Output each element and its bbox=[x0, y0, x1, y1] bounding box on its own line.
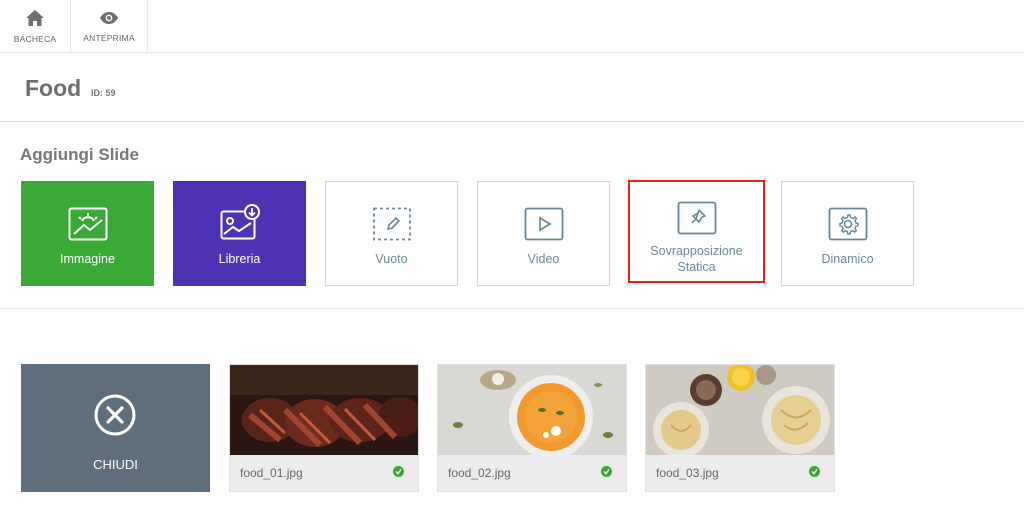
tile-label: Libreria bbox=[218, 252, 261, 266]
food-steak-thumbnail bbox=[230, 365, 418, 455]
media-card[interactable]: food_02.jpg bbox=[437, 364, 627, 492]
section-divider bbox=[0, 308, 1024, 309]
check-icon bbox=[393, 466, 404, 477]
preview-label: ANTEPRIMA bbox=[83, 33, 135, 43]
page-id: ID: 59 bbox=[91, 88, 116, 98]
home-button[interactable]: BACHECA bbox=[0, 0, 71, 52]
pin-icon bbox=[677, 201, 716, 235]
tile-label: Immagine bbox=[60, 252, 115, 266]
eye-icon bbox=[100, 12, 118, 24]
page-header: Food ID: 59 bbox=[0, 53, 1024, 122]
gear-icon bbox=[828, 207, 867, 241]
tile-label-line-2: Statica bbox=[677, 260, 716, 274]
tile-label: Video bbox=[527, 252, 560, 266]
tile-label: Dinamico bbox=[821, 252, 874, 266]
add-static-overlay-slide-button[interactable]: Sovrapposizione Statica bbox=[628, 180, 765, 283]
image-icon bbox=[68, 207, 107, 241]
add-video-slide-button[interactable]: Video bbox=[477, 181, 610, 286]
media-card[interactable]: food_01.jpg bbox=[229, 364, 419, 492]
tile-label-line-1: Sovrapposizione bbox=[650, 244, 743, 258]
preview-button[interactable]: ANTEPRIMA bbox=[71, 0, 148, 52]
food-pasta-thumbnail bbox=[646, 365, 834, 455]
add-library-slide-button[interactable]: Libreria bbox=[173, 181, 306, 286]
add-blank-slide-button[interactable]: Vuoto bbox=[325, 181, 458, 286]
page-title: Food bbox=[25, 75, 82, 101]
media-card[interactable]: food_03.jpg bbox=[645, 364, 835, 492]
file-name: food_01.jpg bbox=[240, 466, 303, 480]
food-soup-thumbnail bbox=[438, 365, 626, 455]
close-label: CHIUDI bbox=[93, 457, 138, 472]
close-icon bbox=[94, 394, 136, 436]
check-icon bbox=[601, 466, 612, 477]
add-image-slide-button[interactable]: Immagine bbox=[21, 181, 154, 286]
home-icon bbox=[26, 10, 44, 26]
top-toolbar: BACHECA ANTEPRIMA bbox=[0, 0, 1024, 53]
home-label: BACHECA bbox=[13, 34, 57, 44]
tile-label: Vuoto bbox=[375, 252, 408, 266]
library-icon bbox=[220, 204, 260, 240]
blank-edit-icon bbox=[372, 207, 411, 241]
add-slide-heading: Aggiungi Slide bbox=[20, 145, 139, 164]
add-dynamic-slide-button[interactable]: Dinamico bbox=[781, 181, 914, 286]
check-icon bbox=[809, 466, 820, 477]
file-name: food_02.jpg bbox=[448, 466, 511, 480]
close-button[interactable]: CHIUDI bbox=[21, 364, 210, 492]
file-name: food_03.jpg bbox=[656, 466, 719, 480]
video-play-icon bbox=[524, 207, 563, 241]
